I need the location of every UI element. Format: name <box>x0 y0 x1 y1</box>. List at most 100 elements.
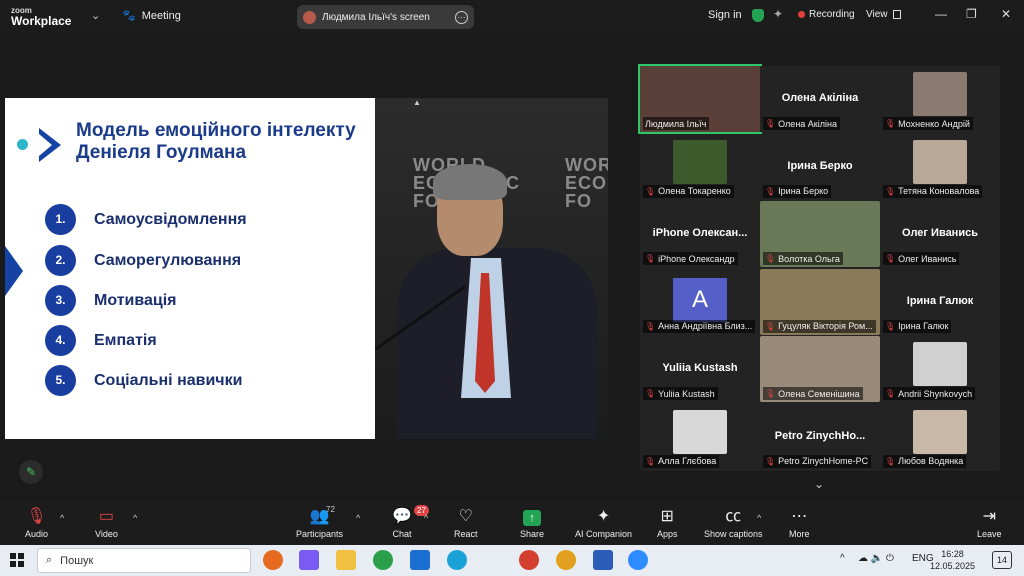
taskbar-search[interactable]: ⌕ Пошук <box>37 548 251 573</box>
meeting-menu[interactable]: 🐾 Meeting <box>122 9 181 23</box>
apps-button[interactable]: ⊞ Apps <box>657 507 678 539</box>
caret-up-icon[interactable]: ^ <box>60 513 64 523</box>
participant-name-label: 🎙 Алла Глєбова <box>643 454 720 468</box>
item-number: 4. <box>45 325 76 356</box>
zoom-logo: zoom Workplace <box>11 6 71 27</box>
recording-indicator[interactable]: Recording <box>798 9 855 20</box>
participant-tile[interactable]: Олена Акіліна 🎙 Олена Акіліна <box>760 66 880 132</box>
ai-companion-button[interactable]: ✦ AI Companion <box>575 507 632 539</box>
share-screen-icon: ↑ <box>523 510 542 526</box>
leave-label: Leave <box>977 529 1002 539</box>
video-off-icon: ▭ <box>98 508 114 525</box>
participant-tile[interactable]: 🎙 Andrii Shynkovych <box>880 336 1000 402</box>
word-icon[interactable] <box>593 550 613 570</box>
participant-tile[interactable]: Людмила Ільїч <box>638 64 762 134</box>
caret-up-icon[interactable]: ^ <box>757 513 761 523</box>
sign-in-button[interactable]: Sign in <box>708 9 742 21</box>
participant-name-large: Ірина Галюк <box>906 294 974 307</box>
tray-icons[interactable]: ☁ 🔈 ⏻ <box>858 553 894 564</box>
screen-share-indicator[interactable]: Людмила Ільїч's screen ··· <box>297 5 474 29</box>
chrome-icon[interactable] <box>373 550 393 570</box>
participant-tile[interactable]: A 🎙 Анна Андріївна Близ... <box>640 268 760 335</box>
audio-button[interactable]: 🎙 Audio <box>25 507 48 539</box>
participant-name-label: 🎙 Petro ZinychHome-PC <box>763 454 872 468</box>
participant-tile[interactable]: Yuliia Kustash 🎙 Yuliia Kustash <box>640 336 760 402</box>
annotate-pencil-icon[interactable]: ✎ <box>19 460 43 484</box>
mic-muted-icon: 🎙 <box>765 321 776 331</box>
sharer-avatar <box>303 10 316 24</box>
participant-tile[interactable]: 🎙 Алла Глєбова <box>640 403 760 470</box>
search-placeholder: Пошук <box>60 554 94 567</box>
leave-button[interactable]: ⇥ Leave <box>977 507 1002 539</box>
participants-button[interactable]: 👥 72 Participants <box>296 505 343 539</box>
notification-badge[interactable]: 14 <box>992 551 1012 569</box>
share-label: Людмила Ільїч's screen <box>322 11 430 23</box>
meeting-label: Meeting <box>141 9 181 22</box>
chevron-down-icon[interactable]: ⌄ <box>814 477 824 491</box>
item-number: 5. <box>45 365 76 396</box>
sparkle-icon[interactable]: ✦ <box>773 7 783 21</box>
captions-button[interactable]: ㏄ Show captions <box>704 507 763 539</box>
mic-muted-icon: 🎙 <box>885 254 896 263</box>
participant-tile[interactable]: 🎙 Волотка Ольга <box>760 201 880 267</box>
participant-tile[interactable]: 🎙 Олена Семенішина <box>760 336 880 402</box>
chat-button[interactable]: 💬 27 Chat <box>392 505 429 539</box>
participant-tile[interactable]: Ірина Галюк 🎙 Ірина Галюк <box>880 268 1000 335</box>
caret-up-icon[interactable]: ^ <box>133 513 137 523</box>
participant-name-label: 🎙 Олена Акіліна <box>763 117 840 130</box>
caret-up-icon[interactable]: ^ <box>356 513 360 523</box>
minimize-icon[interactable]: — <box>935 7 947 21</box>
participant-video <box>913 342 967 386</box>
participant-name: Мохненко Андрій <box>898 118 970 129</box>
participant-name: Алла Глєбова <box>658 456 717 466</box>
chrome-profile-2-icon[interactable] <box>556 550 576 570</box>
mic-muted-icon: 🎙 <box>885 456 896 466</box>
restore-icon[interactable]: ❐ <box>966 7 977 21</box>
participant-tile[interactable]: 🎙 Любов Водянка <box>880 403 1000 470</box>
more-icon: ⋯ <box>791 508 808 525</box>
more-options-icon[interactable]: ··· <box>455 10 468 24</box>
participant-name: Олег Иванись <box>898 253 957 264</box>
outlook-icon[interactable] <box>410 550 430 570</box>
windows-start-icon[interactable] <box>10 553 24 567</box>
mic-muted-icon: 🎙 <box>645 389 656 398</box>
clock[interactable]: 16:28 12.05.2025 <box>930 548 975 572</box>
apps-label: Apps <box>657 529 678 539</box>
share-button[interactable]: ↑ Share <box>520 507 544 539</box>
participant-name-label: 🎙 Тетяна Коновалова <box>883 184 983 198</box>
firefox-icon[interactable] <box>263 550 283 570</box>
participant-tile[interactable]: iPhone Олексан... 🎙 iPhone Олександр <box>640 201 760 267</box>
record-dot-icon <box>798 11 805 18</box>
item-text: Саморегулювання <box>94 251 242 269</box>
caret-up-icon[interactable]: ^ <box>424 513 428 523</box>
participant-tile[interactable]: Ірина Берко 🎙 Ірина Берко <box>760 133 880 200</box>
recording-label: Recording <box>809 9 855 20</box>
participant-name-label: 🎙 Олена Семенішина <box>763 387 863 400</box>
participant-name: Тетяна Коновалова <box>898 186 980 196</box>
participant-tile[interactable]: Олег Иванись 🎙 Олег Иванись <box>880 201 1000 267</box>
shield-icon[interactable] <box>752 9 764 22</box>
file-explorer-icon[interactable] <box>336 550 356 570</box>
tray-chevron-icon[interactable]: ^ <box>840 553 845 564</box>
edge-icon[interactable] <box>447 550 467 570</box>
copilot-icon[interactable] <box>299 550 319 570</box>
chrome-profile-icon[interactable] <box>519 550 539 570</box>
more-label: More <box>789 529 810 539</box>
video-button[interactable]: ▭ Video <box>95 507 118 539</box>
more-button[interactable]: ⋯ More <box>789 507 810 539</box>
react-button[interactable]: ♡ React <box>454 507 478 539</box>
participant-tile[interactable]: 🎙 Гуцуляк Вікторія Ром... <box>760 268 880 335</box>
participant-tile[interactable]: 🎙 Мохненко Андрій <box>880 66 1000 132</box>
close-icon[interactable]: ✕ <box>1001 7 1011 21</box>
participant-tile[interactable]: Petro ZinychHo... 🎙 Petro ZinychHome-PC <box>760 403 880 470</box>
title-bar: zoom Workplace ⌄ 🐾 Meeting Людмила Ільїч… <box>0 0 1024 33</box>
zoom-taskbar-icon[interactable] <box>628 550 648 570</box>
participant-tile[interactable]: 🎙 Тетяна Коновалова <box>880 133 1000 200</box>
item-number: 1. <box>45 204 76 235</box>
chevron-down-icon[interactable]: ⌄ <box>91 9 100 22</box>
slide-list-item: 4. Емпатія <box>45 325 157 356</box>
paw-icon: 🐾 <box>122 10 136 22</box>
view-button[interactable]: View <box>866 9 901 20</box>
mic-muted-icon: 🎙 <box>885 186 896 196</box>
participant-tile[interactable]: 🎙 Олена Токаренко <box>640 133 760 200</box>
